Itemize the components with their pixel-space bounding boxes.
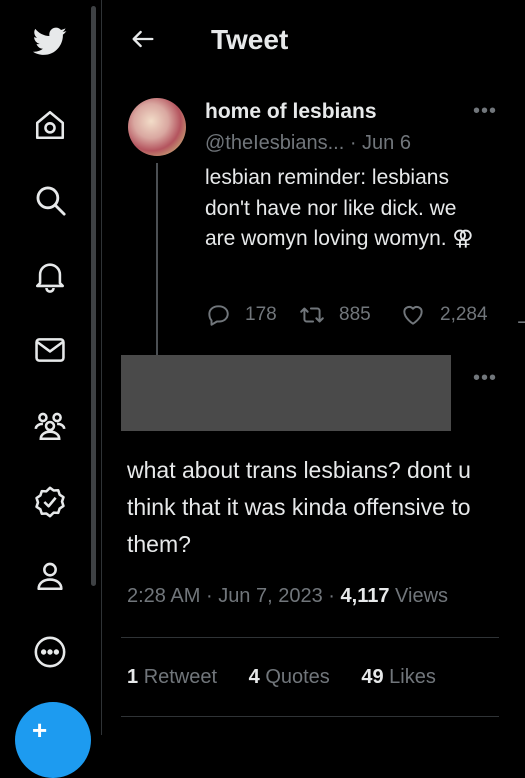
- reply-icon: [208, 305, 229, 326]
- retweet-action[interactable]: 885: [299, 300, 371, 330]
- quoted-tweet-text: lesbian reminder: lesbians don't have no…: [205, 166, 474, 250]
- sidebar-nav: [0, 0, 100, 735]
- column-divider: [101, 0, 102, 735]
- back-arrow-icon[interactable]: [126, 22, 160, 56]
- redacted-reply-author-block: [121, 355, 451, 431]
- compose-feather-icon: +: [32, 715, 48, 745]
- views-count: 4,117: [340, 585, 390, 607]
- search-icon[interactable]: [26, 176, 74, 224]
- verified-badge-icon[interactable]: [26, 478, 74, 526]
- home-icon[interactable]: [26, 101, 74, 149]
- like-count: 2,284: [440, 304, 488, 325]
- communities-icon[interactable]: [26, 402, 74, 450]
- sidebar-scrollbar[interactable]: [91, 6, 96, 586]
- quoted-tweet-date[interactable]: · Jun 6: [350, 132, 411, 154]
- heart-icon: [403, 305, 423, 325]
- tweet-date[interactable]: Jun 7, 2023: [218, 585, 323, 607]
- messages-envelope-icon[interactable]: [26, 326, 74, 374]
- quoted-author-handle-date: @theIesbians... · Jun 6: [205, 132, 411, 155]
- reply-count: 178: [245, 304, 277, 325]
- likes-stat[interactable]: 49 Likes: [361, 666, 436, 688]
- views-label: Views: [395, 585, 449, 607]
- divider-bottom: [121, 716, 499, 717]
- thread-connector-line: [156, 163, 158, 355]
- tweet-timestamp-views: 2:28 AM · Jun 7, 2023 · 4,117 Views: [127, 585, 449, 607]
- divider-top: [121, 637, 499, 638]
- retweet-count: 885: [339, 304, 371, 325]
- tweet-time[interactable]: 2:28 AM: [127, 585, 200, 607]
- quoted-author-name[interactable]: home of lesbians: [205, 100, 377, 124]
- share-edge-icon[interactable]: ᒧ: [517, 304, 525, 329]
- quoted-author-handle[interactable]: @theIesbians...: [205, 132, 344, 154]
- retweet-icon: [300, 307, 324, 323]
- profile-icon[interactable]: [26, 552, 74, 600]
- twitter-logo-icon[interactable]: [26, 17, 74, 65]
- compose-tweet-button[interactable]: [15, 702, 91, 778]
- reply-tweet-text: what about trans lesbians? dont u think …: [127, 457, 471, 557]
- quoted-tweet-more-icon[interactable]: •••: [473, 100, 499, 122]
- page-title: Tweet: [211, 24, 289, 55]
- notifications-bell-icon[interactable]: [26, 252, 74, 300]
- quoted-author-avatar[interactable]: [128, 98, 186, 156]
- reply-tweet-more-icon[interactable]: •••: [473, 367, 499, 389]
- engagement-stats: 1 Retweet 4 Quotes 49 Likes: [127, 666, 462, 689]
- reply-action[interactable]: 178: [205, 300, 277, 330]
- retweets-stat[interactable]: 1 Retweet: [127, 666, 217, 688]
- more-options-circle-icon[interactable]: [26, 628, 74, 676]
- quotes-stat[interactable]: 4 Quotes: [249, 666, 330, 688]
- like-action[interactable]: 2,284: [400, 300, 488, 330]
